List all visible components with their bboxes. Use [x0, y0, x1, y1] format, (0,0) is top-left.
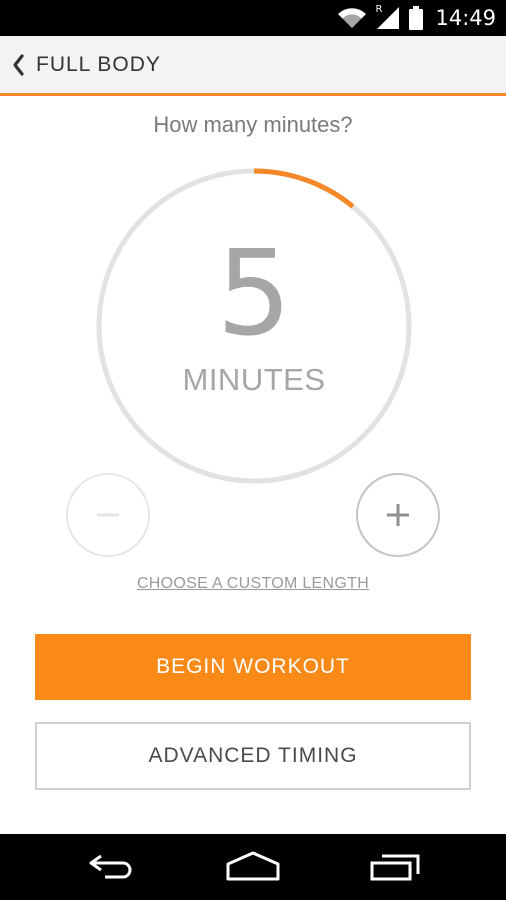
status-icons: R 14:49: [337, 0, 496, 36]
decrease-minutes-button[interactable]: [66, 473, 150, 557]
minus-icon: [97, 513, 119, 517]
status-bar: R 14:49: [0, 0, 506, 36]
dial-progress-arc: [253, 168, 355, 209]
custom-length-link[interactable]: CHOOSE A CUSTOM LENGTH: [0, 575, 506, 593]
page-title: FULL BODY: [36, 52, 161, 76]
home-icon: [226, 851, 280, 881]
increase-minutes-button[interactable]: [356, 473, 440, 557]
wifi-icon: [338, 8, 367, 28]
begin-workout-button[interactable]: BEGIN WORKOUT: [35, 634, 471, 700]
status-time: 14:49: [435, 6, 496, 30]
nav-recents-button[interactable]: [360, 844, 430, 890]
battery-icon: [409, 6, 424, 30]
signal-icon: R: [375, 4, 401, 30]
back-icon: [89, 854, 132, 879]
navigation-bar: [0, 834, 506, 900]
minutes-value: 5: [216, 224, 292, 362]
nav-back-button[interactable]: [77, 844, 147, 890]
minutes-dial: 5 MINUTES: [96, 168, 412, 484]
advanced-timing-button[interactable]: ADVANCED TIMING: [35, 722, 471, 790]
plus-icon: [387, 504, 409, 526]
back-button[interactable]: FULL BODY: [0, 35, 173, 95]
chevron-left-icon: [13, 53, 24, 76]
minutes-prompt: How many minutes?: [153, 112, 353, 137]
recents-icon: [370, 854, 420, 881]
app-header: FULL BODY: [0, 36, 506, 96]
roaming-indicator: R: [375, 4, 383, 15]
minutes-unit-label: MINUTES: [182, 362, 326, 397]
nav-home-button[interactable]: [218, 844, 288, 890]
